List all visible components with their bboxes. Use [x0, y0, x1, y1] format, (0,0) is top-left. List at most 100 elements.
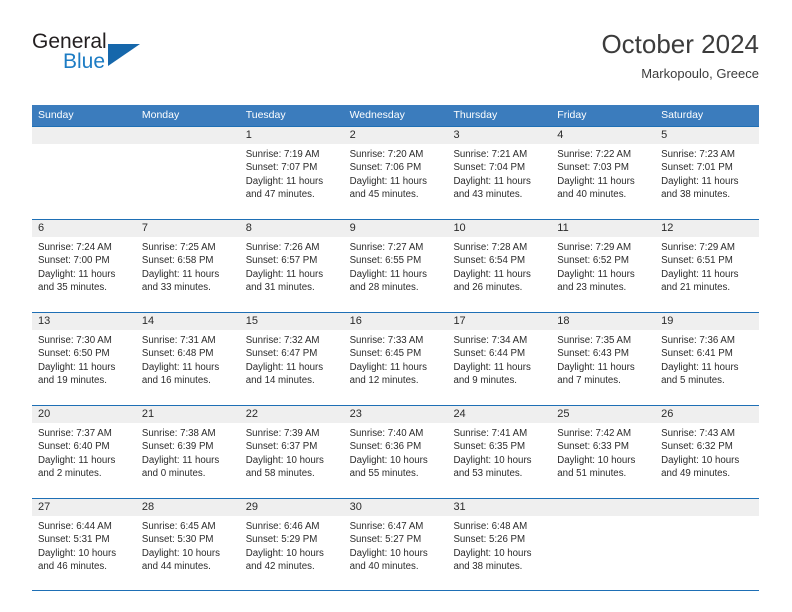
day-info-line: Daylight: 11 hours: [453, 175, 531, 187]
day-number: 5: [655, 127, 760, 144]
day-cell[interactable]: 16 Sunrise: 7:33 AM Sunset: 6:45 PM Dayligh…: [343, 313, 448, 405]
day-info-line: Sunrise: 7:28 AM: [453, 242, 528, 253]
day-info-line: Sunrise: 7:21 AM: [453, 149, 528, 160]
day-cell[interactable]: 14 Sunrise: 7:31 AM Sunset: 6:48 PM Dayligh…: [135, 313, 240, 405]
day-info-line: Daylight: 10 hours: [141, 547, 220, 559]
day-cell[interactable]: 4 Sunrise: 7:22 AM Sunset: 7:03 PM Daylight…: [551, 127, 656, 219]
day-cell[interactable]: 1 Sunrise: 7:19 AM Sunset: 7:07 PM Daylight…: [239, 127, 344, 219]
day-cell[interactable]: 20 Sunrise: 7:37 AM Sunset: 6:40 PM Dayligh…: [32, 406, 136, 498]
day-info-line: and 14 minutes.: [245, 374, 315, 386]
weekday-header-wednesday: Wednesday: [349, 109, 405, 121]
day-info-line: Sunset: 6:58 PM: [141, 255, 214, 267]
day-info-line: Sunset: 6:52 PM: [557, 255, 629, 267]
day-cell[interactable]: 27 Sunrise: 6:44 AM Sunset: 5:31 PM Dayligh…: [32, 499, 136, 590]
day-info-line: and 33 minutes.: [141, 281, 211, 293]
day-info-line: Daylight: 11 hours: [38, 361, 116, 373]
day-number: [655, 499, 760, 516]
day-info-line: Sunset: 6:37 PM: [245, 441, 318, 453]
day-info-line: Sunrise: 7:37 AM: [38, 428, 112, 439]
day-number: 26: [655, 406, 760, 423]
day-cell[interactable]: 18 Sunrise: 7:35 AM Sunset: 6:43 PM Dayligh…: [551, 313, 656, 405]
blue-triangle-icon: [108, 44, 140, 66]
day-number: 6: [32, 220, 136, 237]
day-cell[interactable]: 12 Sunrise: 7:29 AM Sunset: 6:51 PM Dayligh…: [655, 220, 760, 312]
day-info-line: Sunrise: 6:47 AM: [349, 521, 424, 532]
day-info-line: and 9 minutes.: [453, 374, 517, 386]
day-cell[interactable]: 24 Sunrise: 7:41 AM Sunset: 6:35 PM Dayligh…: [447, 406, 552, 498]
day-info-line: Daylight: 10 hours: [38, 547, 117, 559]
day-info-line: Sunrise: 7:23 AM: [661, 149, 735, 160]
day-info-line: Daylight: 11 hours: [349, 268, 427, 280]
day-number: 14: [135, 313, 240, 330]
day-cell[interactable]: 5 Sunrise: 7:23 AM Sunset: 7:01 PM Daylight…: [655, 127, 760, 219]
day-cell[interactable]: 15 Sunrise: 7:32 AM Sunset: 6:47 PM Dayligh…: [239, 313, 344, 405]
calendar-grid: Sunday Monday Tuesday Wednesday Thursday Frid…: [32, 105, 760, 591]
day-number: 15: [239, 313, 344, 330]
week-row: 20 Sunrise: 7:37 AM Sunset: 6:40 PM Dayligh…: [32, 405, 760, 498]
day-cell[interactable]: 31 Sunrise: 6:48 AM Sunset: 5:26 PM Dayligh…: [447, 499, 552, 590]
day-sun-info: Sunrise: 6:48 AM Sunset: 5:26 PM Daylight:…: [447, 516, 551, 573]
day-info-line: Daylight: 11 hours: [38, 454, 116, 466]
day-cell[interactable]: 22 Sunrise: 7:39 AM Sunset: 6:37 PM Dayligh…: [239, 406, 344, 498]
day-number: 19: [655, 313, 760, 330]
day-info-line: and 38 minutes.: [453, 560, 523, 572]
day-number: 16: [343, 313, 448, 330]
day-cell[interactable]: 3 Sunrise: 7:21 AM Sunset: 7:04 PM Daylight…: [447, 127, 552, 219]
day-info-line: and 2 minutes.: [38, 467, 102, 479]
day-sun-info: Sunrise: 7:29 AM Sunset: 6:52 PM Daylight:…: [551, 237, 655, 294]
brand-logo[interactable]: General Blue: [32, 30, 212, 86]
day-number: [135, 127, 240, 144]
day-info-line: and 0 minutes.: [141, 467, 206, 479]
day-number: 13: [32, 313, 136, 330]
day-cell[interactable]: 6 Sunrise: 7:24 AM Sunset: 7:00 PM Daylight…: [32, 220, 136, 312]
day-info-line: Sunset: 7:04 PM: [453, 162, 526, 174]
day-info-line: Daylight: 11 hours: [141, 268, 220, 280]
day-info-line: and 51 minutes.: [557, 467, 627, 479]
weekday-header-saturday: Saturday: [661, 109, 704, 121]
day-number: 30: [343, 499, 448, 516]
day-info-line: and 31 minutes.: [245, 281, 315, 293]
day-info-line: Sunrise: 7:42 AM: [557, 428, 632, 439]
day-cell[interactable]: 26 Sunrise: 7:43 AM Sunset: 6:32 PM Dayligh…: [655, 406, 760, 498]
day-info-line: Sunset: 7:03 PM: [557, 162, 629, 174]
day-info-line: and 19 minutes.: [38, 374, 107, 386]
day-sun-info: Sunrise: 7:36 AM Sunset: 6:41 PM Daylight:…: [655, 330, 759, 387]
day-info-line: Daylight: 11 hours: [661, 361, 739, 373]
day-cell[interactable]: 29 Sunrise: 6:46 AM Sunset: 5:29 PM Dayligh…: [239, 499, 344, 590]
day-info-line: Daylight: 11 hours: [557, 268, 635, 280]
day-info-line: and 23 minutes.: [557, 281, 627, 293]
day-cell[interactable]: 30 Sunrise: 6:47 AM Sunset: 5:27 PM Dayligh…: [343, 499, 448, 590]
day-cell[interactable]: 25 Sunrise: 7:42 AM Sunset: 6:33 PM Dayligh…: [551, 406, 656, 498]
day-sun-info: Sunrise: 7:41 AM Sunset: 6:35 PM Daylight:…: [447, 423, 551, 480]
day-info-line: Sunrise: 7:24 AM: [38, 242, 112, 253]
day-info-line: and 43 minutes.: [453, 188, 523, 200]
day-cell[interactable]: 10 Sunrise: 7:28 AM Sunset: 6:54 PM Dayligh…: [447, 220, 552, 312]
day-cell-empty: [551, 499, 656, 590]
day-number: 11: [551, 220, 656, 237]
day-cell[interactable]: 9 Sunrise: 7:27 AM Sunset: 6:55 PM Daylight…: [343, 220, 448, 312]
day-cell[interactable]: 19 Sunrise: 7:36 AM Sunset: 6:41 PM Dayligh…: [655, 313, 760, 405]
day-info-line: and 21 minutes.: [661, 281, 731, 293]
day-cell[interactable]: 28 Sunrise: 6:45 AM Sunset: 5:30 PM Dayligh…: [135, 499, 240, 590]
day-cell[interactable]: 2 Sunrise: 7:20 AM Sunset: 7:06 PM Daylight…: [343, 127, 448, 219]
week-row: 6 Sunrise: 7:24 AM Sunset: 7:00 PM Daylight…: [32, 219, 760, 312]
day-info-line: and 47 minutes.: [245, 188, 315, 200]
day-info-line: and 46 minutes.: [38, 560, 107, 572]
day-cell[interactable]: 23 Sunrise: 7:40 AM Sunset: 6:36 PM Dayligh…: [343, 406, 448, 498]
day-number: 20: [32, 406, 136, 423]
day-info-line: Sunset: 6:39 PM: [141, 441, 214, 453]
day-cell[interactable]: 7 Sunrise: 7:25 AM Sunset: 6:58 PM Daylight…: [135, 220, 240, 312]
day-info-line: Daylight: 10 hours: [661, 454, 740, 466]
day-sun-info: Sunrise: 7:21 AM Sunset: 7:04 PM Daylight:…: [447, 144, 551, 201]
day-cell[interactable]: 13 Sunrise: 7:30 AM Sunset: 6:50 PM Dayligh…: [32, 313, 136, 405]
day-sun-info: Sunrise: 7:38 AM Sunset: 6:39 PM Daylight:…: [136, 423, 240, 480]
day-info-line: and 40 minutes.: [557, 188, 627, 200]
day-info-line: and 45 minutes.: [349, 188, 419, 200]
day-info-line: Daylight: 11 hours: [38, 268, 116, 280]
day-cell[interactable]: 17 Sunrise: 7:34 AM Sunset: 6:44 PM Dayligh…: [447, 313, 552, 405]
day-cell[interactable]: 11 Sunrise: 7:29 AM Sunset: 6:52 PM Dayligh…: [551, 220, 656, 312]
day-cell-empty: [655, 499, 760, 590]
day-info-line: Sunset: 6:36 PM: [349, 441, 422, 453]
day-cell[interactable]: 8 Sunrise: 7:26 AM Sunset: 6:57 PM Daylight…: [239, 220, 344, 312]
day-cell[interactable]: 21 Sunrise: 7:38 AM Sunset: 6:39 PM Dayligh…: [135, 406, 240, 498]
